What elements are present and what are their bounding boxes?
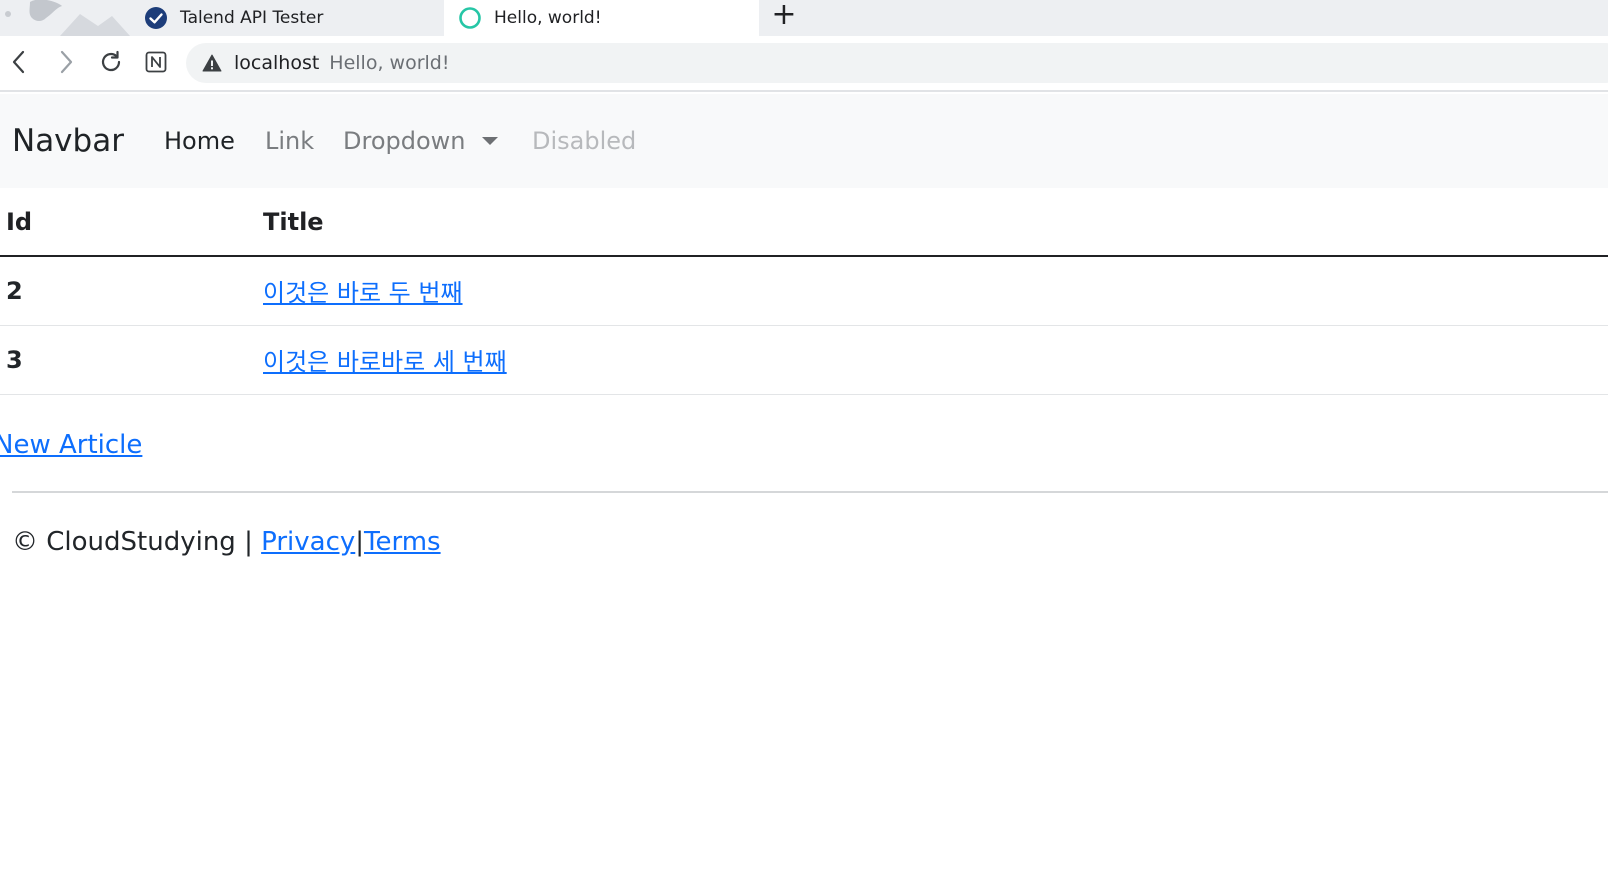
terms-link[interactable]: Terms [364,527,441,557]
footer-copyright: © CloudStudying | [12,527,262,557]
footer-divider [12,491,1608,493]
articles-table: Id Title 2 이것은 바로 두 번째 3 이것은 바로바로 세 번째 [0,188,1608,395]
notion-icon [145,51,167,73]
forward-arrow-icon [60,50,73,74]
article-title-cell: 이것은 바로 두 번째 [257,256,1608,326]
reload-icon [101,50,121,72]
footer: © CloudStudying | Privacy | Terms [12,527,441,557]
article-id: 2 [0,256,257,326]
nav-item-link[interactable]: Link [265,127,314,155]
column-header-id: Id [0,188,257,257]
navbar-brand[interactable]: Navbar [12,123,124,159]
talend-check-icon [144,6,168,30]
nav-dropdown-label: Dropdown [343,127,466,155]
forward-button[interactable] [50,46,82,78]
nav-item-dropdown[interactable]: Dropdown [343,127,498,155]
tab-label: Hello, world! [494,8,602,28]
loading-circle-icon [458,6,482,30]
notion-extension-button[interactable] [140,46,172,78]
nav-item-home[interactable]: Home [164,127,235,155]
article-title-cell: 이것은 바로바로 세 번째 [257,325,1608,395]
table-header-row: Id Title [0,188,1608,257]
column-header-title: Title [257,188,1608,257]
caret-down-icon [481,137,498,145]
tab-talend-api-tester[interactable]: Talend API Tester [130,0,444,36]
article-title-link[interactable]: 이것은 바로 두 번째 [263,279,463,307]
article-id: 3 [0,325,257,395]
table-row: 2 이것은 바로 두 번째 [0,256,1608,326]
tab-hello-world[interactable]: Hello, world! [444,0,759,36]
nav-item-disabled: Disabled [532,127,637,155]
new-tab-button[interactable]: + [769,0,799,31]
reload-button[interactable] [95,46,127,78]
browser-theme-decoration [0,0,130,36]
not-secure-warning-icon[interactable] [202,53,222,73]
tab-label: Talend API Tester [180,8,324,28]
table-row: 3 이것은 바로바로 세 번째 [0,325,1608,395]
footer-separator: | [355,527,365,557]
back-arrow-icon [12,50,25,74]
navbar: Navbar Home Link Dropdown Disabled [0,94,1608,188]
privacy-link[interactable]: Privacy [261,527,355,557]
browser-toolbar: localhost Hello, world! [0,36,1608,92]
article-title-link[interactable]: 이것은 바로바로 세 번째 [263,348,507,376]
new-article-link[interactable]: New Article [0,430,142,460]
address-host: localhost [234,52,320,74]
address-bar[interactable]: localhost Hello, world! [186,43,1608,83]
browser-tabstrip: Talend API Tester Hello, world! + [0,0,1608,36]
back-button[interactable] [3,46,35,78]
address-page-title: Hello, world! [329,52,450,74]
